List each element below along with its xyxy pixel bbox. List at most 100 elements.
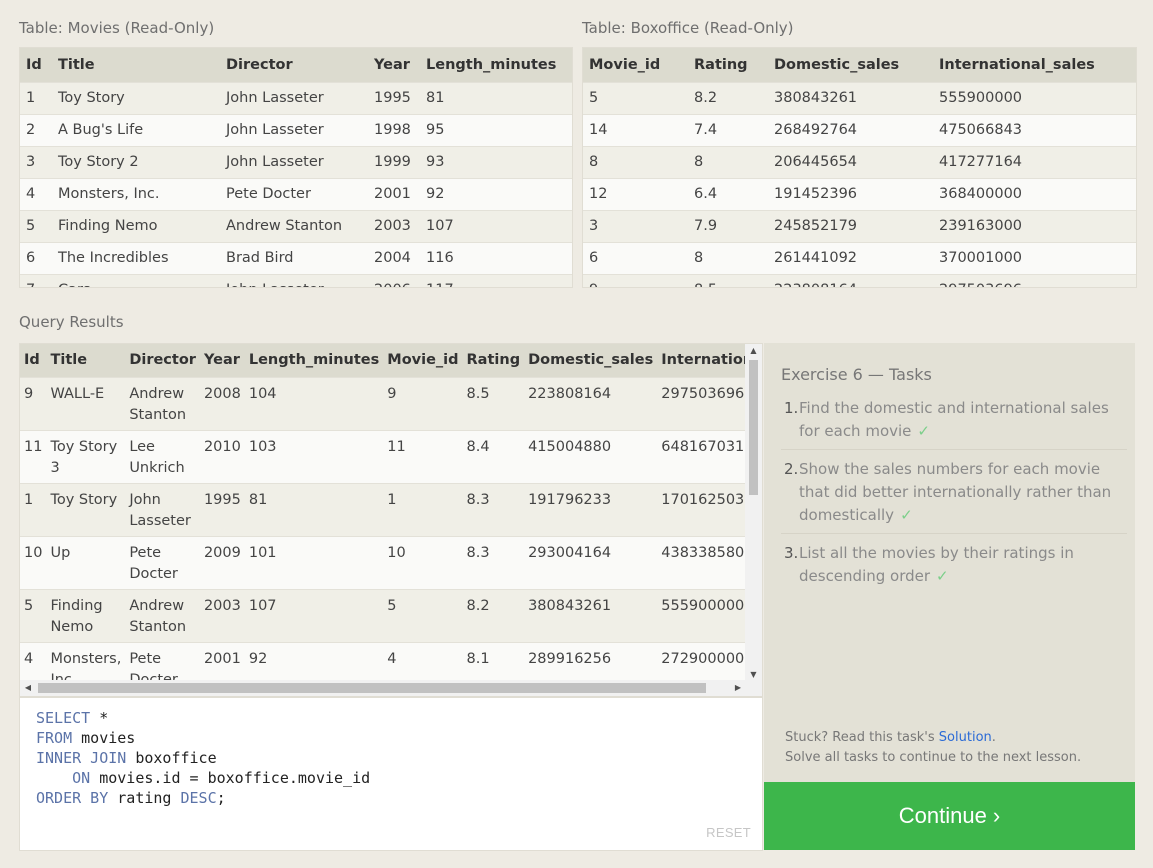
sql-code[interactable]: SELECT * FROM movies INNER JOIN boxoffice … (36, 708, 370, 808)
boxoffice-table: Movie_id Rating Domestic_sales Internati… (582, 47, 1137, 288)
vertical-scroll-thumb[interactable] (749, 360, 758, 495)
query-results-panel[interactable]: Id Title Director Year Length_minutes Mo… (19, 343, 763, 697)
boxoffice-col-movie-id: Movie_id (583, 48, 688, 82)
result-row: 5 Finding Nemo Andrew Stanton 2003 107 5 8.2 38… (20, 588, 747, 642)
table-row: 7CarsJohn Lasseter2006117 (20, 273, 572, 287)
movies-col-title: Title (52, 48, 220, 82)
result-cell: 92 (244, 641, 384, 682)
table-cell: 6.4 (688, 177, 768, 210)
tasks-list: 1. Find the domestic and international sa… (781, 397, 1127, 602)
sql-text: boxoffice (126, 749, 217, 767)
result-cell: 9 (20, 376, 47, 430)
sql-keyword: ORDER BY (36, 789, 109, 807)
table-cell: 1 (20, 81, 52, 114)
results-col-international: International_sa (657, 344, 747, 377)
results-header-row: Id Title Director Year Length_minutes Mo… (20, 344, 747, 377)
result-cell: 191796233 (524, 482, 658, 536)
result-cell: 8.3 (462, 535, 525, 589)
table-cell: 8.5 (688, 273, 768, 287)
sql-line[interactable]: ORDER BY rating DESC; (36, 788, 370, 808)
result-cell: Pete Docter (125, 641, 200, 682)
result-cell: Pete Docter (125, 535, 200, 589)
tasks-panel: Exercise 6 — Tasks 1. Find the domestic a… (764, 343, 1135, 782)
result-cell: Up (46, 535, 126, 589)
table-row: 5 Finding Nemo Andrew Stanton 2003 107 (20, 209, 572, 242)
result-cell: 107 (244, 588, 384, 642)
table-cell: 417277164 (933, 145, 1136, 178)
table-cell: 4 (20, 177, 52, 210)
movies-col-length: Length_minutes (420, 48, 572, 82)
result-row: 4 Monsters, Inc. Pete Docter 2001 92 4 8.1 2899… (20, 641, 747, 682)
table-cell: Cars (52, 273, 220, 287)
table-row: 3 7.9 245852179 239163000 (583, 209, 1136, 242)
sql-text: movies.id = boxoffice.movie_id (90, 769, 371, 787)
result-cell: 293004164 (524, 535, 658, 589)
table-cell: Andrew Stanton (220, 209, 368, 242)
table-row: 6 8 261441092 370001000 (583, 241, 1136, 274)
reset-button[interactable]: RESET (706, 825, 751, 840)
result-cell: Toy Story (46, 482, 126, 536)
result-cell: 2009 (199, 535, 245, 589)
sql-line[interactable]: ON movies.id = boxoffice.movie_id (36, 768, 370, 788)
result-cell: 1 (383, 482, 463, 536)
table-cell: 268492764 (768, 113, 933, 146)
movies-col-id: Id (20, 48, 52, 82)
table-cell: A Bug's Life (52, 113, 220, 146)
result-cell: 101 (244, 535, 384, 589)
result-cell: 8.3 (462, 482, 525, 536)
table-cell: Toy Story 2 (52, 145, 220, 178)
result-cell: WALL-E (46, 376, 126, 430)
table-row: 3 Toy Story 2 John Lasseter 1999 93 (20, 145, 572, 178)
sql-line[interactable]: INNER JOIN boxoffice (36, 748, 370, 768)
movies-col-year: Year (368, 48, 420, 82)
table-cell: 92 (420, 177, 572, 210)
results-col-id: Id (20, 344, 47, 377)
table-cell: 9 (583, 273, 688, 287)
result-cell: 4 (20, 641, 47, 682)
scroll-up-arrow-icon[interactable]: ▲ (745, 344, 762, 358)
task-number: 3. (784, 544, 799, 562)
table-cell: John Lasseter (220, 81, 368, 114)
result-cell: 380843261 (524, 588, 658, 642)
result-cell: 103 (244, 429, 384, 483)
result-cell: Finding Nemo (46, 588, 126, 642)
solution-link[interactable]: Solution (939, 730, 992, 745)
results-horizontal-scrollbar[interactable]: ◀ ▶ (20, 680, 762, 696)
table-cell: John Lasseter (220, 113, 368, 146)
result-cell: Monsters, Inc. (46, 641, 126, 682)
results-col-director: Director (125, 344, 200, 377)
sql-editor[interactable]: SELECT * FROM movies INNER JOIN boxoffice … (19, 697, 763, 851)
result-cell: Toy Story 3 (46, 429, 126, 483)
result-cell: 1995 (199, 482, 245, 536)
scroll-right-arrow-icon[interactable]: ▶ (730, 680, 746, 696)
table-cell: 297503696 (933, 273, 1136, 287)
table-cell: 14 (583, 113, 688, 146)
table-cell: 2 (20, 113, 52, 146)
results-col-length: Length_minutes (244, 344, 384, 377)
scroll-left-arrow-icon[interactable]: ◀ (20, 680, 36, 696)
horizontal-scroll-thumb[interactable] (38, 683, 706, 693)
movies-col-director: Director (220, 48, 368, 82)
sql-keyword: DESC (180, 789, 217, 807)
stuck-prefix: Stuck? Read this task's (785, 730, 939, 745)
result-cell: 81 (244, 482, 384, 536)
task-item: 2. Show the sales numbers for each movie … (781, 458, 1127, 534)
sql-text: movies (72, 729, 136, 747)
table-row: 8 8 206445654 417277164 (583, 145, 1136, 178)
results-vertical-scrollbar[interactable]: ▲ ▼ (745, 344, 762, 682)
checkmark-icon: ✓ (936, 567, 949, 585)
result-cell: 2001 (199, 641, 245, 682)
table-row: 1 Toy Story John Lasseter 1995 81 (20, 81, 572, 114)
continue-button[interactable]: Continue › (764, 782, 1135, 850)
result-cell: 1 (20, 482, 47, 536)
table-cell: 5 (583, 81, 688, 114)
result-cell: 2008 (199, 376, 245, 430)
sql-keyword: ON (72, 769, 91, 787)
sql-line[interactable]: SELECT * (36, 708, 370, 728)
table-cell: Brad Bird (220, 241, 368, 274)
sql-line[interactable]: FROM movies (36, 728, 370, 748)
result-cell: 272900000 (657, 641, 747, 682)
movies-table: Id Title Director Year Length_minutes 1T… (19, 47, 573, 288)
boxoffice-table-title: Table: Boxoffice (Read-Only) (582, 19, 794, 37)
task-item: 3. List all the movies by their ratings i… (781, 542, 1127, 594)
